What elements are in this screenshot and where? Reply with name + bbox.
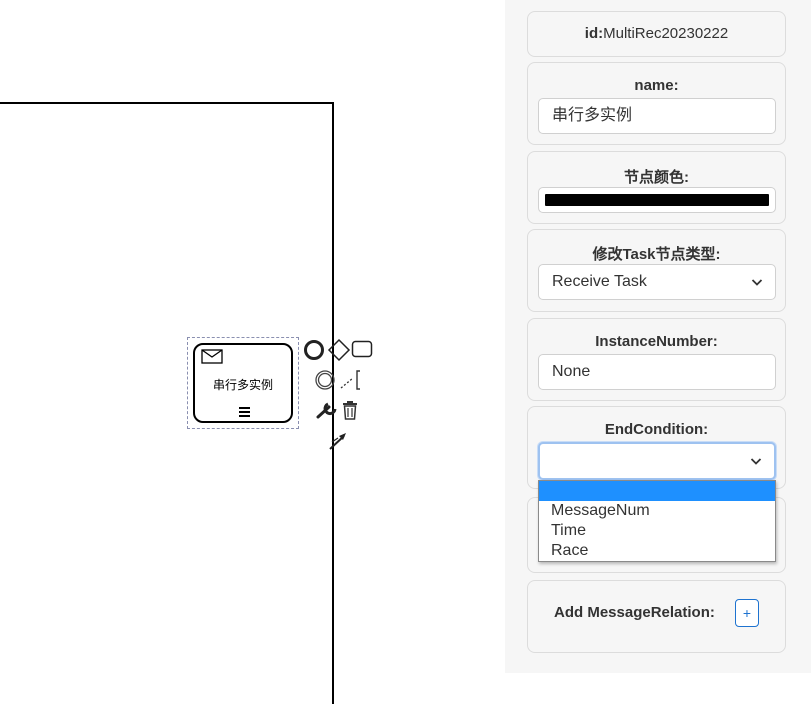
chevron-down-icon bbox=[751, 279, 763, 286]
text-annotation-icon[interactable] bbox=[339, 369, 363, 391]
add-message-relation-button[interactable]: + bbox=[735, 599, 759, 627]
end-condition-label: EndCondition: bbox=[604, 421, 709, 438]
start-event-icon[interactable] bbox=[303, 339, 325, 361]
name-input[interactable]: 串行多实例 bbox=[538, 98, 776, 134]
dropdown-option[interactable]: Time bbox=[539, 521, 775, 541]
id-card: id:MultiRec20230222 bbox=[527, 11, 786, 57]
wrench-icon[interactable] bbox=[315, 399, 339, 421]
instance-number-label: InstanceNumber: bbox=[595, 333, 718, 350]
diagram-canvas[interactable]: 串行多实例 bbox=[0, 0, 505, 704]
task-type-label: 修改Task节点类型: bbox=[592, 246, 721, 263]
node-color-label: 节点颜色: bbox=[624, 169, 689, 186]
exclusive-gateway-icon[interactable] bbox=[327, 338, 351, 362]
intermediate-event-icon[interactable] bbox=[314, 369, 336, 391]
instance-number-input[interactable]: None bbox=[538, 354, 776, 390]
name-card: name: 串行多实例 bbox=[527, 62, 786, 145]
envelope-icon bbox=[201, 349, 223, 364]
dropdown-option[interactable]: Race bbox=[539, 541, 775, 561]
connect-arrow-icon[interactable] bbox=[327, 430, 349, 452]
end-condition-select[interactable] bbox=[538, 442, 776, 480]
color-swatch bbox=[545, 194, 769, 206]
end-condition-card: EndCondition: bbox=[527, 406, 786, 489]
element-id: id:MultiRec20230222 bbox=[584, 25, 729, 42]
end-condition-dropdown[interactable]: MessageNum Time Race bbox=[538, 480, 776, 562]
message-relation-card: Add MessageRelation: + bbox=[527, 580, 786, 653]
sequential-multi-instance-icon bbox=[239, 407, 250, 417]
properties-panel: id:MultiRec20230222 name: 串行多实例 节点颜色: 修改… bbox=[505, 0, 811, 673]
instance-number-card: InstanceNumber: None bbox=[527, 318, 786, 401]
name-label: name: bbox=[634, 77, 679, 94]
receive-task[interactable]: 串行多实例 bbox=[193, 343, 293, 423]
message-relation-label: Add MessageRelation: bbox=[554, 604, 715, 621]
node-color-card: 节点颜色: bbox=[527, 151, 786, 224]
task-icon[interactable] bbox=[351, 340, 373, 359]
task-type-card: 修改Task节点类型: Receive Task bbox=[527, 229, 786, 312]
trash-icon[interactable] bbox=[340, 400, 360, 422]
task-type-value: Receive Task bbox=[552, 273, 647, 290]
dropdown-option[interactable]: MessageNum bbox=[539, 501, 775, 521]
task-label: 串行多实例 bbox=[212, 378, 273, 392]
task-type-select[interactable]: Receive Task bbox=[538, 264, 776, 300]
color-picker-input[interactable] bbox=[538, 187, 776, 213]
chevron-down-icon bbox=[750, 458, 762, 465]
dropdown-option[interactable] bbox=[539, 481, 775, 501]
